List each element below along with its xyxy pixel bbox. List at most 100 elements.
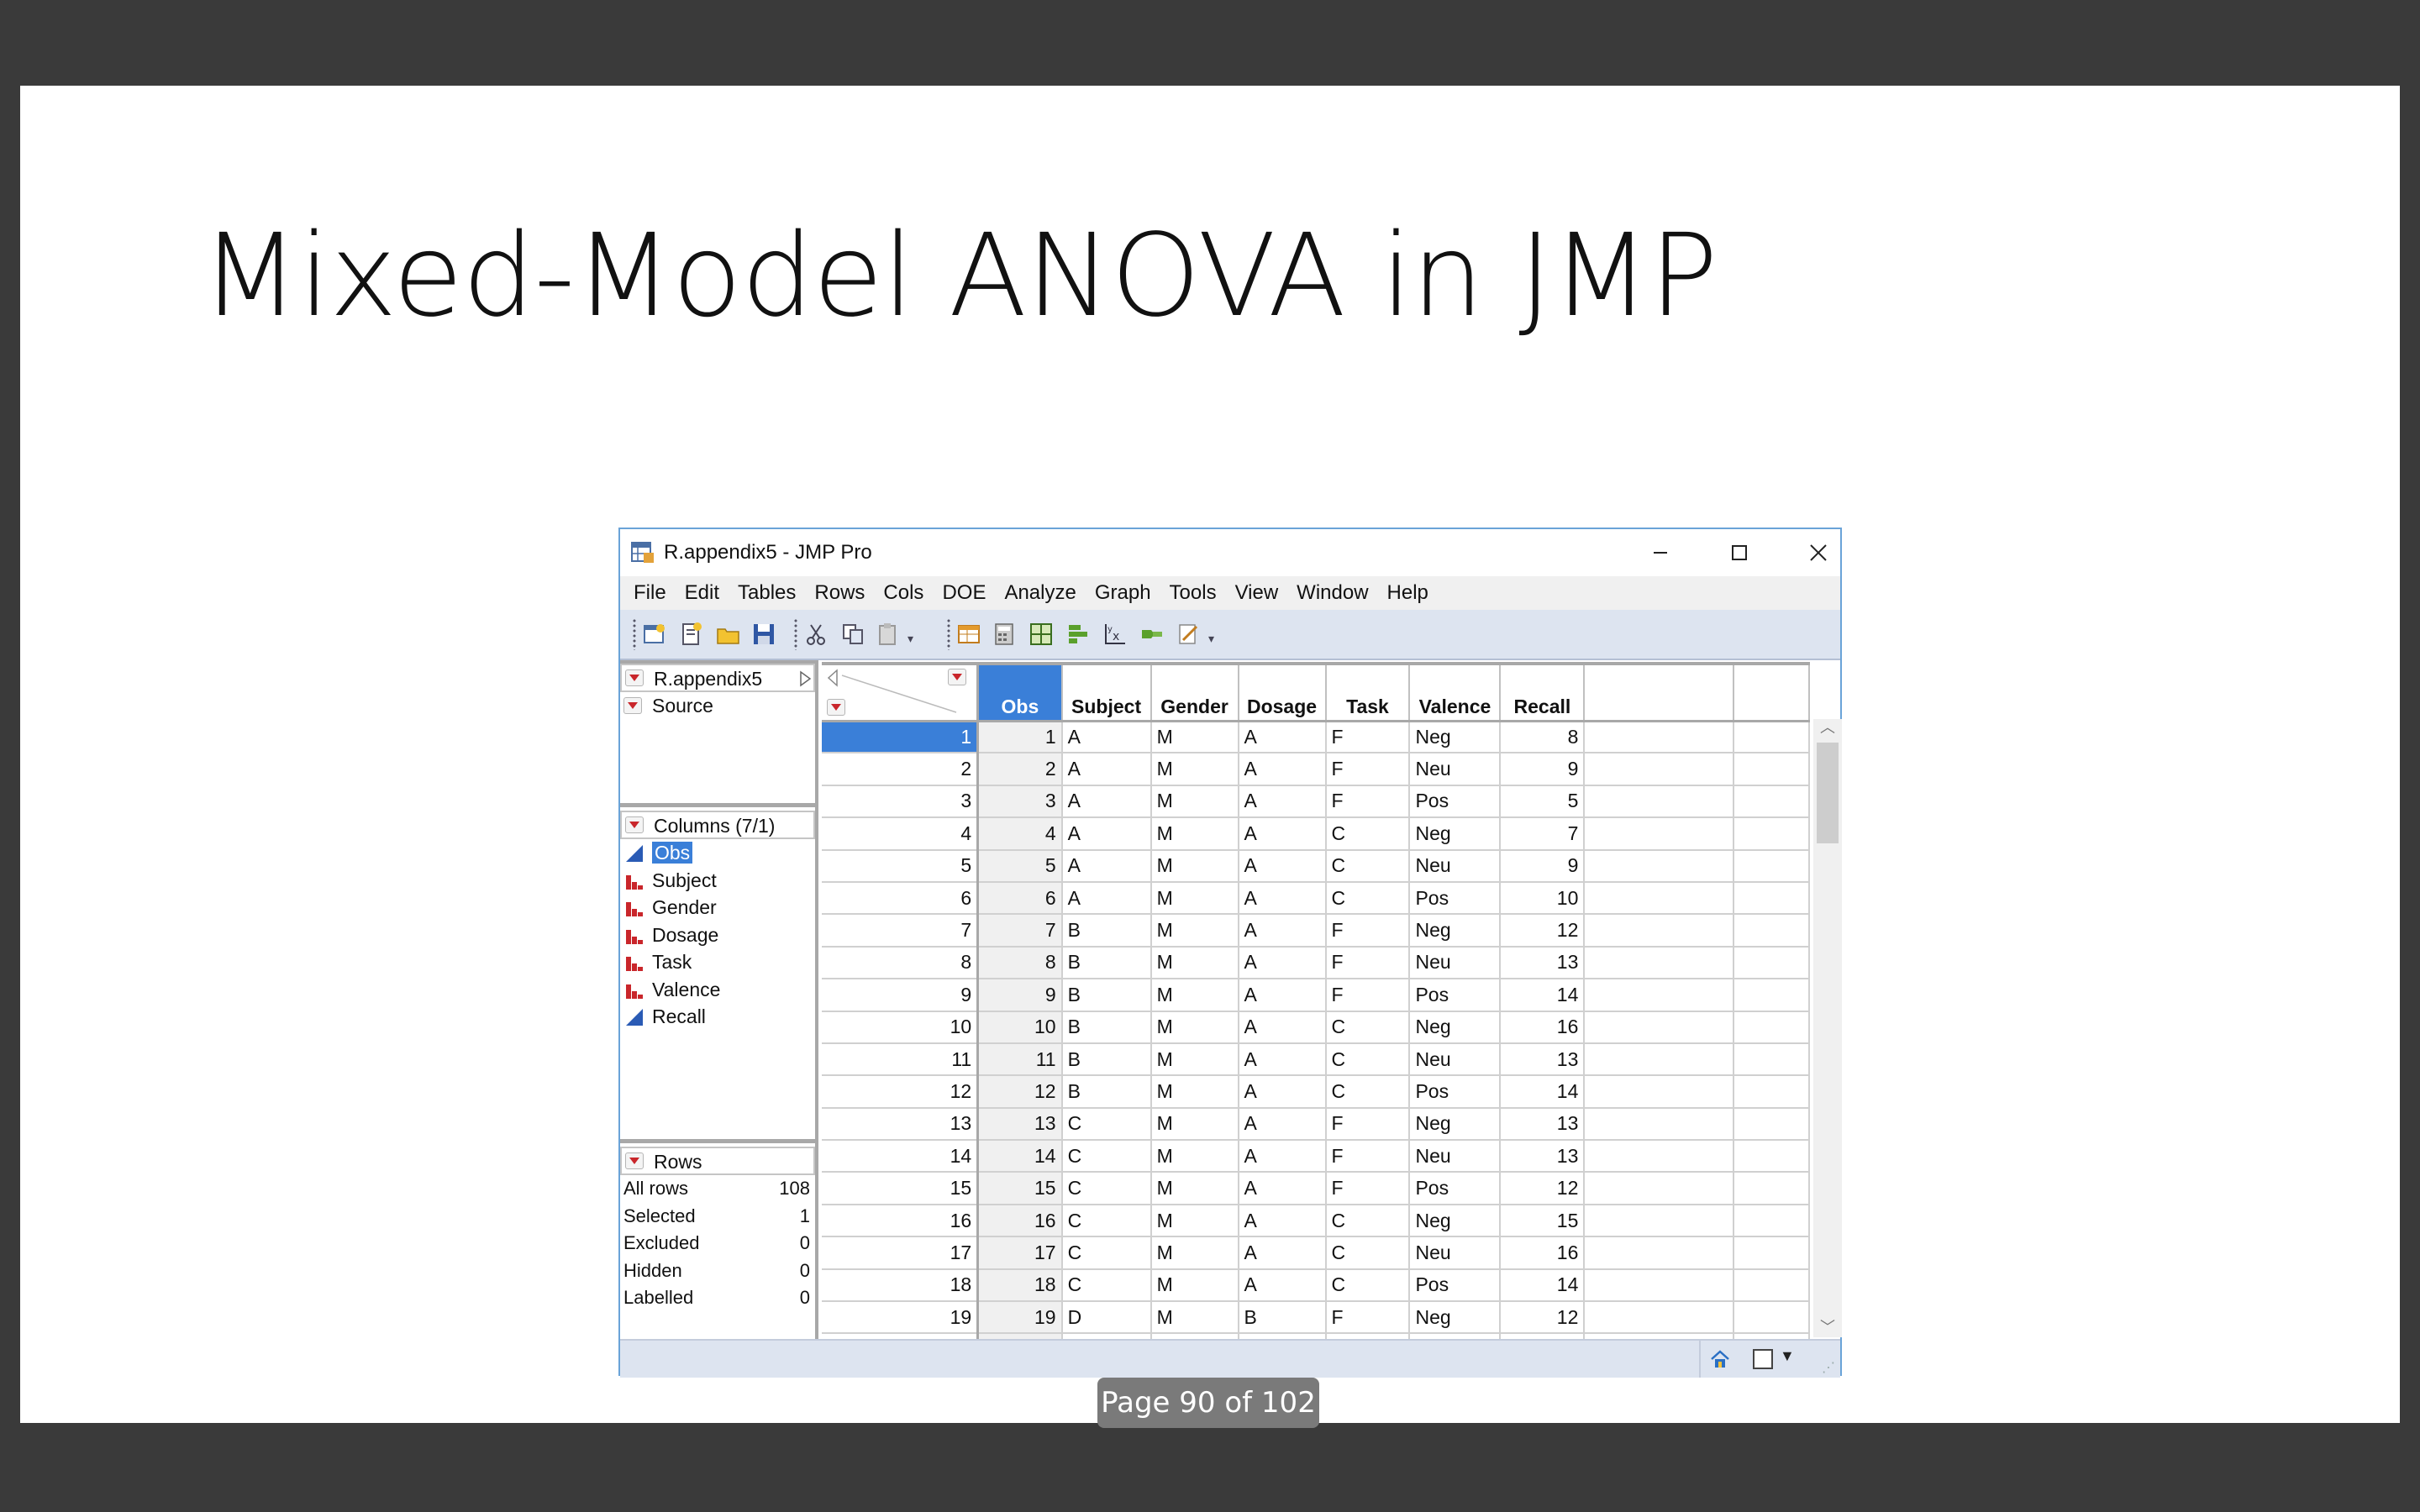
cell-dosage[interactable]: A — [1238, 1042, 1327, 1077]
cell-recall[interactable]: 14 — [1500, 979, 1586, 1012]
row-number[interactable]: 19 — [822, 1301, 980, 1335]
cell-recall[interactable]: 13 — [1500, 946, 1586, 980]
grid-corner[interactable] — [822, 665, 980, 722]
menu-tables[interactable]: Tables — [729, 576, 805, 610]
column-header-empty[interactable] — [1733, 665, 1810, 722]
cell-dosage[interactable]: A — [1238, 753, 1327, 786]
cell-gender[interactable]: M — [1150, 1204, 1239, 1238]
data-table-icon[interactable] — [956, 622, 981, 647]
cell-valence[interactable]: Neg — [1409, 721, 1502, 754]
cell-empty[interactable] — [1733, 1236, 1810, 1270]
cell-obs[interactable]: 6 — [977, 881, 1063, 916]
cell-dosage[interactable]: A — [1238, 1172, 1327, 1205]
cell-empty[interactable] — [1733, 1042, 1810, 1077]
cell-dosage[interactable]: A — [1238, 1140, 1327, 1173]
cell-gender[interactable]: M — [1150, 1107, 1239, 1142]
table-row[interactable]: 3 3 A M A F Pos 5 — [822, 785, 1810, 819]
cell-obs[interactable]: 9 — [977, 979, 1063, 1012]
cell-valence[interactable]: Pos — [1409, 1172, 1502, 1205]
cell-empty[interactable] — [1584, 849, 1735, 883]
cell-empty[interactable] — [1733, 946, 1810, 980]
cell-subject[interactable]: A — [1061, 817, 1152, 851]
table-row[interactable]: 5 5 A M A C Neu 9 — [822, 849, 1810, 883]
table-menu-red-triangle-icon[interactable] — [625, 669, 644, 686]
cell-obs[interactable]: 19 — [977, 1301, 1063, 1335]
cell-task[interactable]: F — [1325, 1301, 1411, 1335]
column-header-empty[interactable] — [1584, 665, 1735, 722]
cell-task[interactable]: C — [1325, 849, 1411, 883]
cell-empty[interactable] — [1584, 1042, 1735, 1077]
cell-obs[interactable]: 17 — [977, 1236, 1063, 1270]
cell-gender[interactable]: M — [1150, 1236, 1239, 1270]
maximize-button[interactable] — [1723, 538, 1756, 568]
save-icon[interactable] — [751, 622, 776, 647]
cell-empty[interactable] — [1584, 1172, 1735, 1205]
menu-rows[interactable]: Rows — [805, 576, 874, 610]
cell-empty[interactable] — [1584, 817, 1735, 851]
cell-gender[interactable]: M — [1150, 753, 1239, 786]
new-script-icon[interactable] — [679, 622, 704, 647]
cell-valence[interactable]: Neg — [1409, 1301, 1502, 1335]
cut-icon[interactable] — [803, 622, 829, 647]
cell-dosage[interactable]: A — [1238, 914, 1327, 948]
cell-valence[interactable]: Neu — [1409, 1236, 1502, 1270]
toolbar-overflow-icon[interactable]: ▾ — [1208, 632, 1214, 646]
toolbar-grip[interactable] — [632, 618, 637, 650]
cell-subject[interactable]: C — [1061, 1204, 1152, 1238]
row-number[interactable]: 18 — [822, 1268, 980, 1303]
cell-obs[interactable]: 5 — [977, 849, 1063, 883]
cell-valence[interactable]: Neg — [1409, 1204, 1502, 1238]
rowstat-selected[interactable]: Selected 1 — [620, 1203, 815, 1231]
cell-subject[interactable]: A — [1061, 881, 1152, 916]
cell-gender[interactable]: M — [1150, 1140, 1239, 1173]
cell-task[interactable]: C — [1325, 1075, 1411, 1109]
cell-subject[interactable]: B — [1061, 1011, 1152, 1044]
cell-recall[interactable]: 7 — [1500, 817, 1586, 851]
cell-recall[interactable]: 13 — [1500, 1107, 1586, 1142]
row-number[interactable]: 12 — [822, 1075, 980, 1109]
column-item-gender[interactable]: Gender — [620, 894, 815, 921]
cell-empty[interactable] — [1584, 1107, 1735, 1142]
column-item-task[interactable]: Task — [620, 948, 815, 976]
cell-recall[interactable]: 14 — [1500, 1268, 1586, 1303]
row-number[interactable]: 5 — [822, 849, 980, 883]
columns-red-triangle-icon[interactable] — [625, 816, 644, 833]
column-header-obs[interactable]: Obs — [977, 665, 1063, 722]
cell-recall[interactable]: 10 — [1500, 881, 1586, 916]
rows-red-triangle-icon[interactable] — [625, 1152, 644, 1169]
row-number[interactable]: 14 — [822, 1140, 980, 1173]
cell-task[interactable]: C — [1325, 881, 1411, 916]
cell-dosage[interactable]: A — [1238, 1011, 1327, 1044]
cell-dosage[interactable]: A — [1238, 849, 1327, 883]
cell-obs[interactable]: 1 — [977, 721, 1063, 754]
expand-triangle-icon[interactable] — [798, 670, 812, 687]
table-row[interactable]: 4 4 A M A C Neg 7 — [822, 817, 1810, 851]
cell-gender[interactable]: M — [1150, 1268, 1239, 1303]
cell-gender[interactable]: M — [1150, 1075, 1239, 1109]
scrollbar-thumb[interactable] — [1817, 743, 1839, 843]
cell-gender[interactable]: M — [1150, 881, 1239, 916]
cell-recall[interactable]: 14 — [1500, 1075, 1586, 1109]
calculator-icon[interactable] — [992, 622, 1017, 647]
cell-valence[interactable]: Pos — [1409, 1268, 1502, 1303]
row-number[interactable]: 15 — [822, 1172, 980, 1205]
cell-empty[interactable] — [1584, 881, 1735, 916]
cell-empty[interactable] — [1584, 1011, 1735, 1044]
row-number[interactable]: 9 — [822, 979, 980, 1012]
cell-obs[interactable]: 13 — [977, 1107, 1063, 1142]
menu-analyze[interactable]: Analyze — [995, 576, 1085, 610]
cell-empty[interactable] — [1733, 721, 1810, 754]
window-list-icon[interactable] — [1753, 1349, 1773, 1369]
row-number[interactable]: 13 — [822, 1107, 980, 1142]
cell-task[interactable]: F — [1325, 1107, 1411, 1142]
cell-task[interactable]: F — [1325, 914, 1411, 948]
cell-gender[interactable]: M — [1150, 914, 1239, 948]
columns-header[interactable]: Columns (7/1) — [620, 811, 815, 839]
cell-empty[interactable] — [1733, 1268, 1810, 1303]
resize-grip-icon[interactable]: ⋰ — [1822, 1359, 1835, 1376]
cell-valence[interactable]: Pos — [1409, 1075, 1502, 1109]
cell-empty[interactable] — [1733, 1204, 1810, 1238]
cell-obs[interactable]: 12 — [977, 1075, 1063, 1109]
cell-task[interactable]: C — [1325, 1204, 1411, 1238]
cell-subject[interactable]: D — [1061, 1301, 1152, 1335]
